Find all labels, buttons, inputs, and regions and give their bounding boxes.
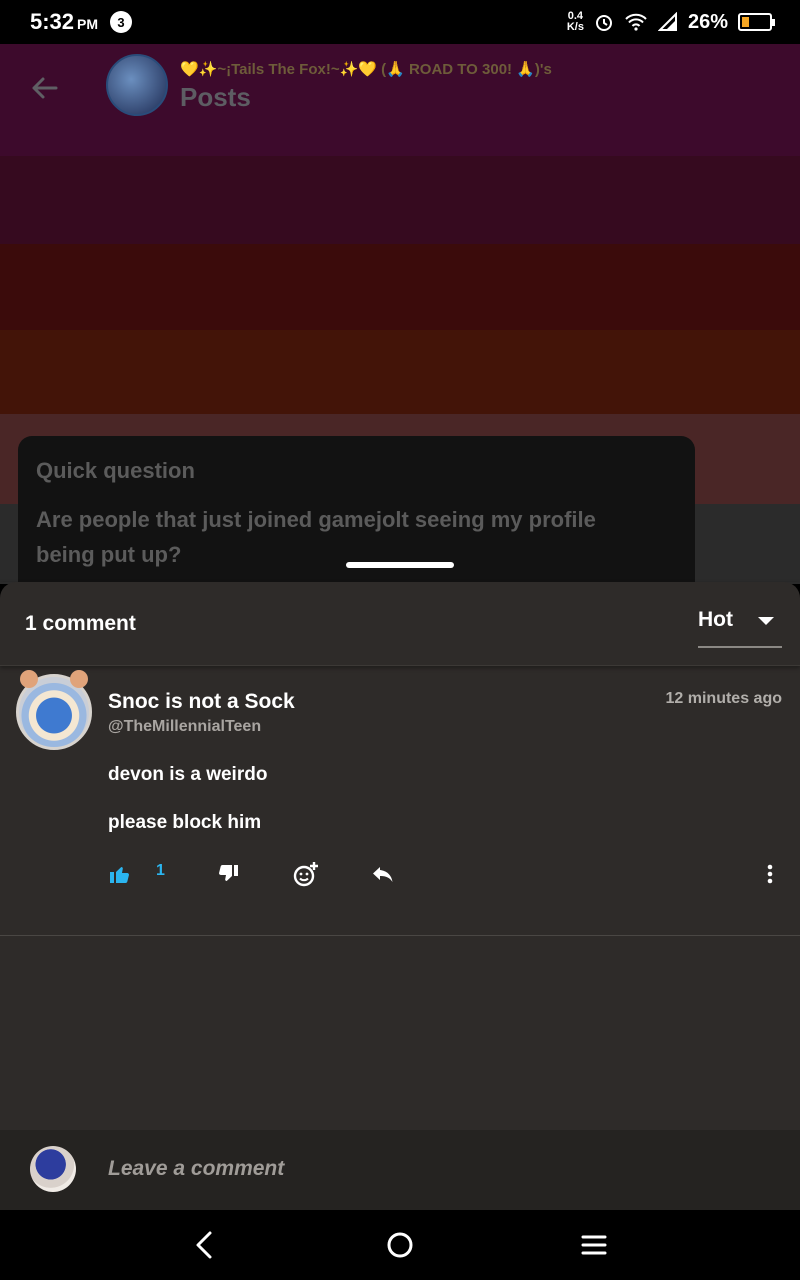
status-bar: 5:32 PM 3 0.4 K/s 26% — [0, 0, 800, 44]
post-card[interactable]: Quick question Are people that just join… — [18, 436, 695, 596]
wifi-icon — [625, 13, 647, 31]
notification-badge: 3 — [110, 11, 133, 33]
status-icons: 0.4 K/s 26% — [566, 10, 775, 34]
commenter-name[interactable]: Snoc is not a Sock — [108, 690, 295, 714]
commenter-username[interactable]: @TheMillennialTeen — [108, 718, 261, 736]
avatar-ears — [18, 670, 90, 690]
battery-level — [742, 17, 749, 27]
comment-count: 1 comment — [25, 612, 136, 635]
nav-menu-icon[interactable] — [576, 1227, 612, 1263]
comments-sheet: 1 comment Hot Snoc is not a Sock @TheMil… — [0, 582, 800, 1210]
net-speed: 0.4 K/s — [566, 10, 584, 33]
system-nav-bar — [0, 1210, 800, 1280]
nav-home-icon[interactable] — [382, 1227, 418, 1263]
comment-text-line: please block him — [108, 812, 262, 833]
status-ampm: PM — [77, 16, 99, 32]
sheet-drag-handle[interactable] — [346, 562, 454, 568]
comment-timestamp: 12 minutes ago — [665, 690, 782, 707]
post-body: Are people that just joined gamejolt see… — [36, 507, 596, 567]
more-vertical-icon[interactable] — [762, 856, 778, 892]
arrow-left-icon[interactable] — [26, 70, 62, 106]
banner-stripe — [0, 244, 800, 330]
sort-selected: Hot — [698, 608, 733, 631]
page-title: Posts — [180, 82, 251, 112]
status-time: 5:32 PM — [30, 9, 99, 34]
app-header: 💛✨~¡Tails The Fox!~✨💛 (🙏 ROAD TO 300! 🙏)… — [0, 44, 800, 134]
comment-text-line: devon is a weirdo — [108, 764, 268, 785]
like-count: 1 — [156, 862, 165, 879]
comment-input[interactable]: Leave a comment — [108, 1157, 284, 1181]
reply-icon[interactable] — [370, 856, 396, 892]
post-title: Quick question — [36, 458, 195, 483]
comments-header: 1 comment Hot — [0, 582, 800, 666]
comment-actions: 1 — [108, 856, 788, 892]
battery-percent: 26% — [687, 10, 728, 33]
nav-back-icon[interactable] — [188, 1227, 224, 1263]
alarm-icon — [595, 15, 612, 31]
signal-icon — [657, 12, 677, 31]
thumbs-up-icon[interactable] — [108, 856, 132, 892]
banner-stripe — [0, 156, 800, 244]
banner-stripe — [0, 330, 800, 414]
header-subtitle: 💛✨~¡Tails The Fox!~✨💛 (🙏 ROAD TO 300! 🙏)… — [180, 61, 552, 78]
comment-item: Snoc is not a Sock @TheMillennialTeen 12… — [0, 666, 800, 936]
comment-composer[interactable]: Leave a comment — [0, 1130, 800, 1210]
current-user-avatar — [30, 1146, 76, 1192]
add-reaction-icon[interactable] — [292, 856, 320, 892]
sort-dropdown[interactable]: Hot — [698, 608, 782, 648]
battery-icon — [738, 13, 775, 31]
chevron-down-icon — [758, 617, 774, 625]
thumbs-down-icon[interactable] — [216, 856, 240, 892]
user-avatar[interactable] — [106, 54, 168, 116]
